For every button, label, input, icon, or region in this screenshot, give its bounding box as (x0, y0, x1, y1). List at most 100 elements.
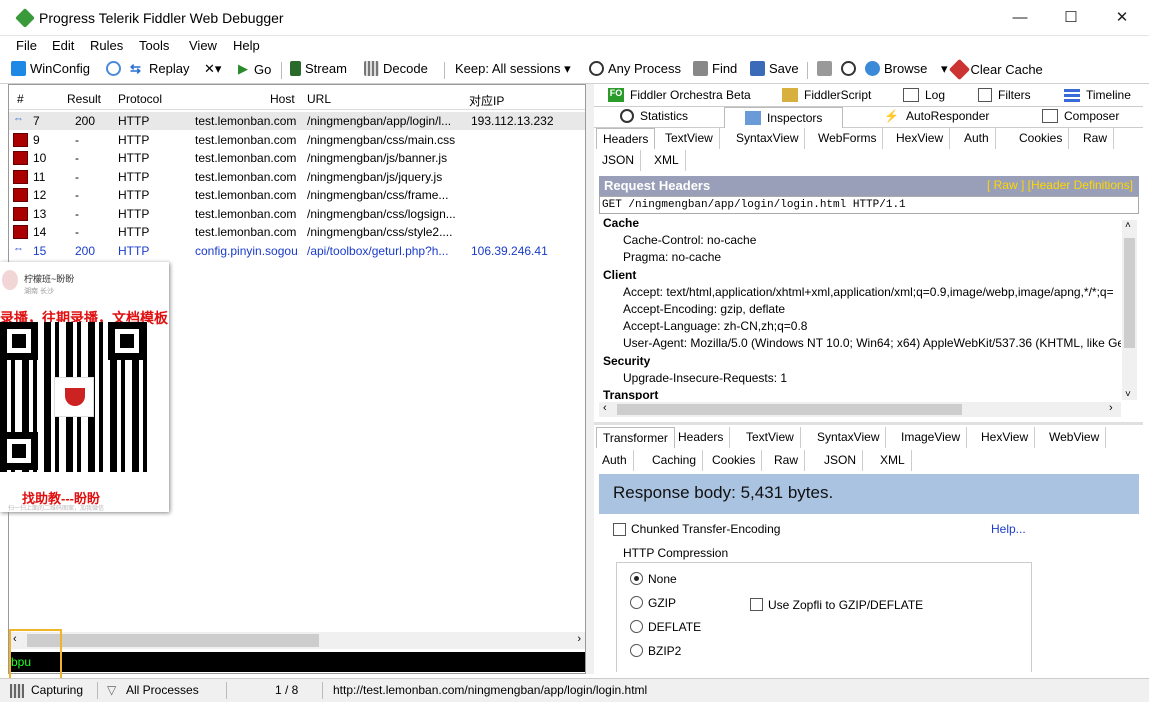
header-value[interactable]: Accept-Encoding: gzip, deflate (623, 302, 785, 316)
scroll-left-icon[interactable]: ‹ (603, 402, 607, 414)
quickexec-input[interactable]: bpu (9, 652, 585, 672)
tab-autoresponder[interactable]: ⚡ AutoResponder (884, 109, 989, 123)
col-result[interactable]: Result (67, 92, 101, 106)
go-button[interactable]: ▶ Go (238, 61, 271, 77)
table-row[interactable]: ⇔ 7 200 HTTP test.lemonban.com/ningmengban/a… (9, 112, 585, 130)
scroll-right-icon[interactable]: › (577, 633, 581, 645)
header-group[interactable]: Security (603, 354, 650, 368)
header-group[interactable]: Cache (603, 216, 639, 230)
table-row[interactable]: 12 - HTTP test.lemonban.com/ningmengban/css… (9, 186, 585, 204)
radio-none[interactable] (630, 572, 643, 585)
header-group[interactable]: Transport (603, 388, 658, 400)
tab-filters[interactable]: Filters (978, 88, 1031, 102)
menu-view[interactable]: View (189, 38, 217, 53)
col-protocol[interactable]: Protocol (118, 92, 162, 106)
close-button[interactable]: ✕ (1112, 8, 1132, 28)
subtab-textview[interactable]: TextView (740, 427, 801, 448)
tab-fiddlerscript[interactable]: FiddlerScript (782, 88, 871, 102)
header-value[interactable]: Upgrade-Insecure-Requests: 1 (623, 371, 787, 385)
tab-log[interactable]: Log (903, 88, 945, 102)
table-row[interactable]: 13 - HTTP test.lemonban.com/ningmengban/css… (9, 205, 585, 223)
help-link[interactable]: Help... (991, 522, 1026, 536)
scroll-down-icon[interactable]: ˅ (1125, 389, 1131, 400)
subtab-raw[interactable]: Raw (1077, 128, 1115, 149)
subtab-transformer[interactable]: Transformer (596, 427, 675, 448)
subtab-webforms[interactable]: WebForms (812, 128, 884, 149)
header-value[interactable]: Accept-Language: zh-CN,zh;q=0.8 (623, 319, 807, 333)
subtab-xml[interactable]: XML (874, 450, 912, 471)
status-capturing[interactable]: Capturing (31, 683, 83, 697)
col-url[interactable]: URL (307, 92, 331, 106)
table-row[interactable]: 14 - HTTP test.lemonban.com/ningmengban/css… (9, 223, 585, 241)
subtab-json[interactable]: JSON (818, 450, 864, 471)
any-process-button[interactable]: Any Process (589, 61, 681, 76)
subtab-cookies[interactable]: Cookies (1013, 128, 1070, 149)
subtab-caching[interactable]: Caching (646, 450, 704, 471)
menu-file[interactable]: File (16, 38, 37, 53)
decode-button[interactable]: Decode (364, 61, 428, 76)
save-button[interactable]: Save (750, 61, 799, 76)
tab-timeline[interactable]: Timeline (1064, 88, 1131, 102)
subtab-syntaxview[interactable]: SyntaxView (811, 427, 887, 448)
replay-button[interactable]: ⇆ Replay (130, 61, 189, 76)
tab-statistics[interactable]: Statistics (620, 109, 688, 123)
subtab-json[interactable]: JSON (596, 150, 642, 171)
header-group[interactable]: Client (603, 268, 636, 282)
scroll-up-icon[interactable]: ˄ (1125, 220, 1131, 231)
sessions-hscrollbar[interactable]: ‹ › (9, 632, 585, 649)
raw-header-links[interactable]: [ Raw ] [Header Definitions] (987, 178, 1133, 192)
subtab-cookies[interactable]: Cookies (706, 450, 763, 471)
subtab-hexview[interactable]: HexView (975, 427, 1036, 448)
col-num[interactable]: # (17, 92, 24, 106)
find-button[interactable]: Find (693, 61, 737, 76)
scroll-thumb[interactable] (27, 634, 319, 647)
remove-button[interactable]: ✕▾ (204, 61, 221, 77)
header-value[interactable]: Accept: text/html,application/xhtml+xml,… (623, 285, 1114, 299)
scroll-thumb[interactable] (1124, 238, 1135, 348)
subtab-raw[interactable]: Raw (768, 450, 806, 471)
browse-button[interactable]: Browse (865, 61, 927, 76)
tab-composer[interactable]: Composer (1042, 109, 1119, 123)
subtab-imageview[interactable]: ImageView (895, 427, 968, 448)
subtab-headers[interactable]: Headers (672, 427, 731, 448)
subtab-hexview[interactable]: HexView (890, 128, 951, 149)
camera-button[interactable] (817, 61, 836, 76)
keep-sessions-dropdown[interactable]: Keep: All sessions ▾ (455, 61, 571, 77)
table-row[interactable]: 10 - HTTP test.lemonban.com/ningmengban/js/… (9, 149, 585, 167)
subtab-textview[interactable]: TextView (659, 128, 720, 149)
minimize-button[interactable]: — (1010, 8, 1030, 28)
menu-help[interactable]: Help (233, 38, 260, 53)
header-value[interactable]: Cache-Control: no-cache (623, 233, 756, 247)
subtab-webview[interactable]: WebView (1043, 427, 1107, 448)
headers-hscrollbar[interactable]: ‹ › (599, 402, 1121, 417)
col-ip[interactable]: 对应IP (469, 92, 504, 109)
radio-gzip[interactable] (630, 596, 643, 609)
inspector-splitter[interactable] (594, 422, 1143, 425)
timer-button[interactable] (841, 61, 860, 76)
subtab-syntaxview[interactable]: SyntaxView (730, 128, 806, 149)
subtab-auth[interactable]: Auth (596, 450, 634, 471)
table-row[interactable]: 9 - HTTP test.lemonban.com/ningmengban/css/… (9, 131, 585, 149)
header-value[interactable]: User-Agent: Mozilla/5.0 (Windows NT 10.0… (623, 336, 1121, 350)
menu-tools[interactable]: Tools (139, 38, 169, 53)
table-row[interactable]: ⇔ 15 200 HTTP config.pinyin.sogou... /api/too… (9, 242, 585, 260)
pane-splitter[interactable] (586, 84, 594, 674)
table-row[interactable]: 11 - HTTP test.lemonban.com/ningmengban/js/… (9, 168, 585, 186)
tab-fiddler-orchestra[interactable]: FO Fiddler Orchestra Beta (608, 88, 751, 102)
menu-rules[interactable]: Rules (90, 38, 123, 53)
capture-icon[interactable] (10, 684, 24, 698)
chunked-checkbox[interactable] (613, 523, 626, 536)
header-value[interactable]: Pragma: no-cache (623, 250, 721, 264)
status-processes[interactable]: All Processes (126, 683, 199, 697)
subtab-auth[interactable]: Auth (958, 128, 996, 149)
request-headers-tree[interactable]: Cache Cache-Control: no-cache Pragma: no-c… (599, 216, 1121, 400)
headers-vscrollbar[interactable]: ˄ ˅ (1122, 220, 1137, 400)
zopfli-checkbox[interactable] (750, 598, 763, 611)
stream-button[interactable]: Stream (290, 61, 347, 76)
clear-cache-button[interactable]: ▾ Clear Cache (941, 58, 1043, 80)
comment-button[interactable] (106, 61, 125, 76)
maximize-button[interactable]: ☐ (1061, 8, 1081, 28)
radio-deflate[interactable] (630, 620, 643, 633)
scroll-thumb[interactable] (617, 404, 962, 415)
menu-edit[interactable]: Edit (52, 38, 74, 53)
